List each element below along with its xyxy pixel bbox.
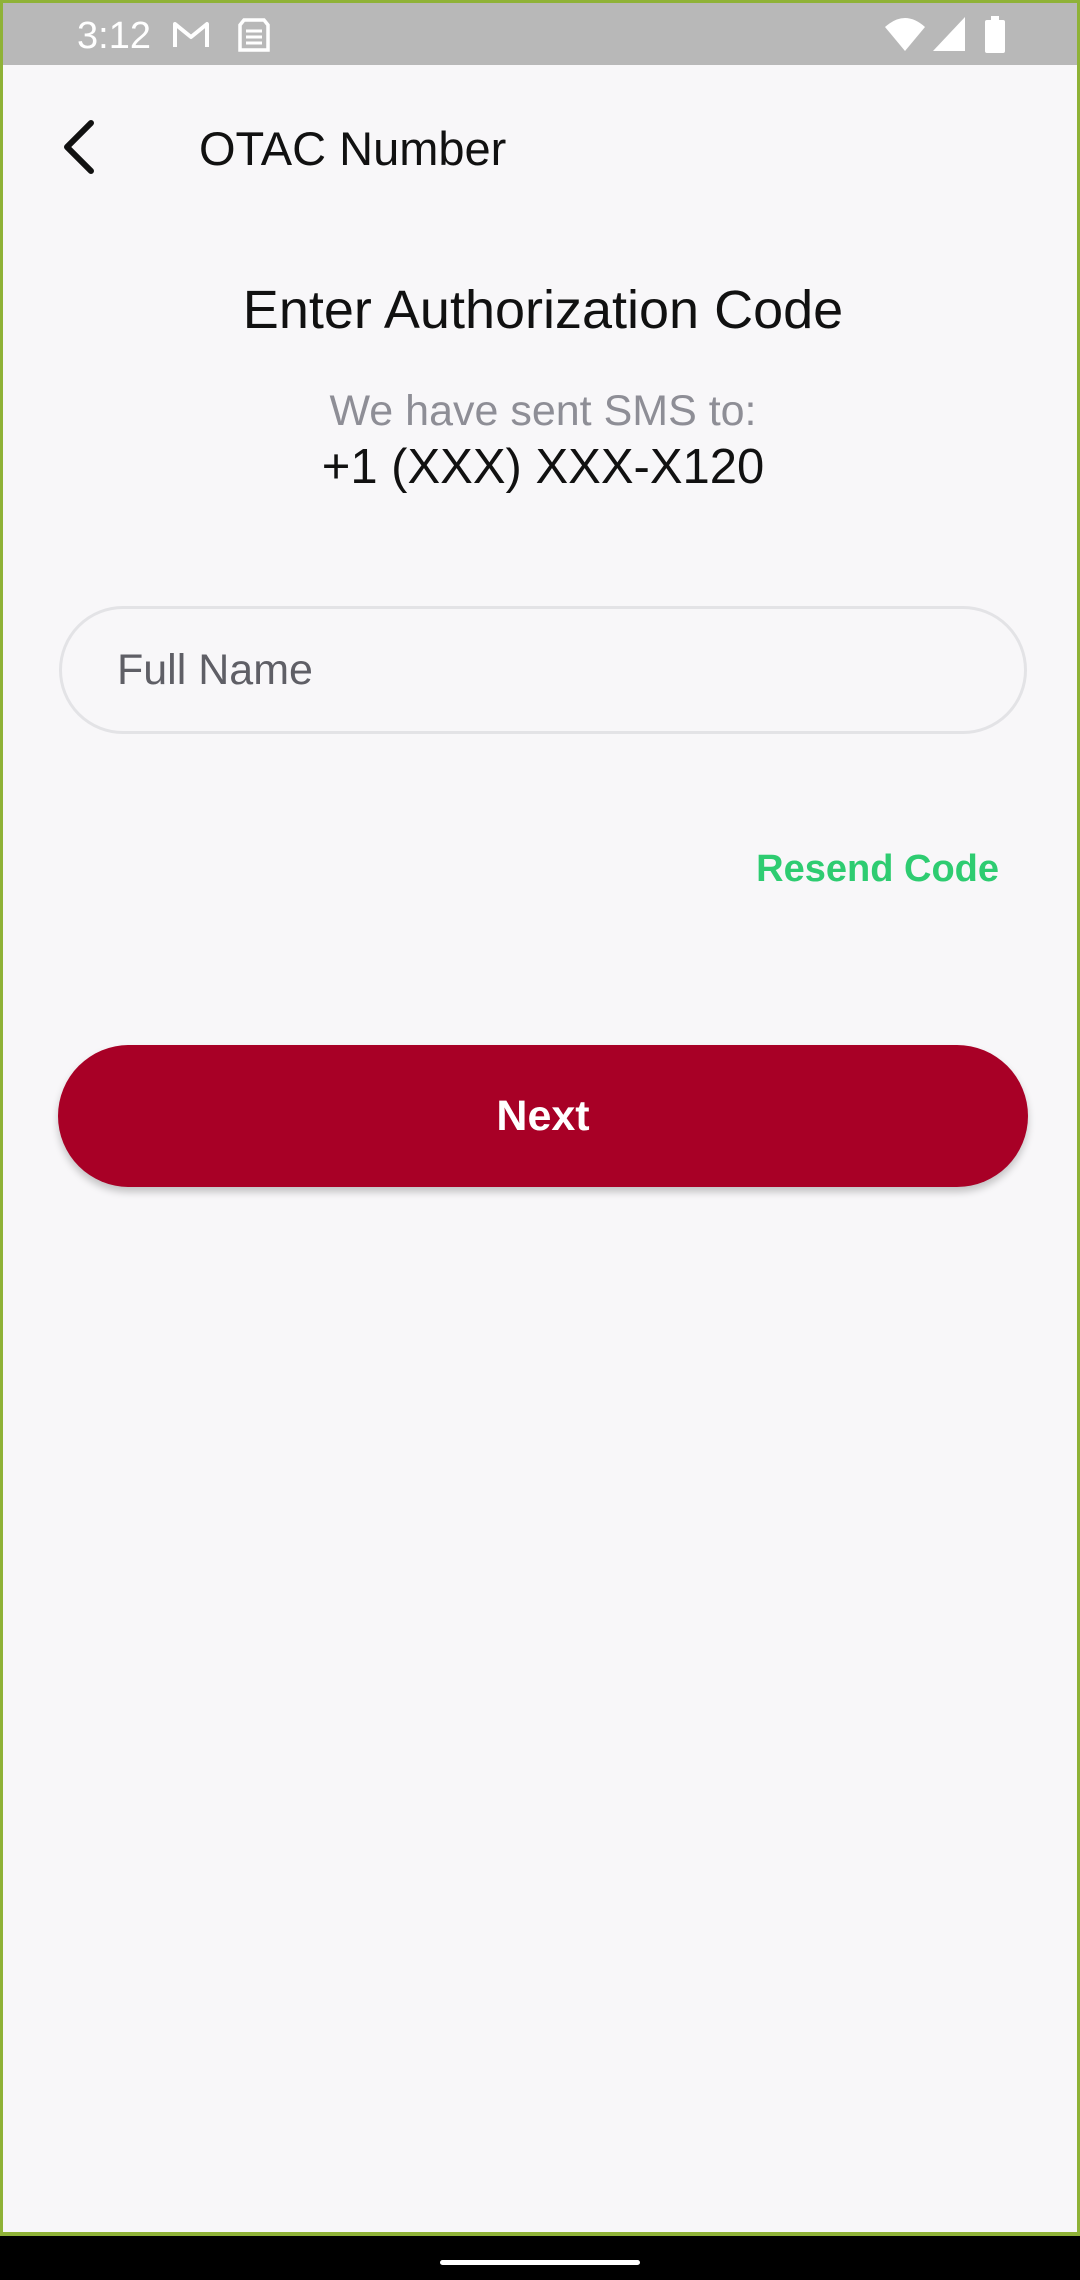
status-bar: 3:12 xyxy=(3,3,1077,65)
resend-code-link[interactable]: Resend Code xyxy=(756,841,999,897)
full-name-input[interactable] xyxy=(117,609,977,731)
heading: Enter Authorization Code xyxy=(242,280,844,340)
phone-number: +1 (XXX) XXX-X120 xyxy=(321,440,765,494)
app-bar: OTAC Number xyxy=(3,65,1077,225)
home-indicator[interactable] xyxy=(440,2260,640,2265)
sms-sent-label: We have sent SMS to: xyxy=(329,387,757,435)
back-button[interactable] xyxy=(43,111,119,187)
sim-icon xyxy=(237,15,271,55)
arrow-back-icon xyxy=(57,119,105,180)
battery-icon xyxy=(983,15,1007,55)
status-time: 3:12 xyxy=(77,15,151,57)
navigation-bar xyxy=(0,2236,1080,2280)
wifi-icon xyxy=(883,15,927,55)
app-screen: 3:12 OTAC Number Enter Authorization Cod… xyxy=(0,0,1080,2236)
page-title: OTAC Number xyxy=(199,122,507,175)
gmail-icon xyxy=(171,15,211,55)
full-name-field xyxy=(59,606,1027,734)
next-button[interactable]: Next xyxy=(58,1045,1028,1187)
cellular-signal-icon xyxy=(931,15,967,55)
